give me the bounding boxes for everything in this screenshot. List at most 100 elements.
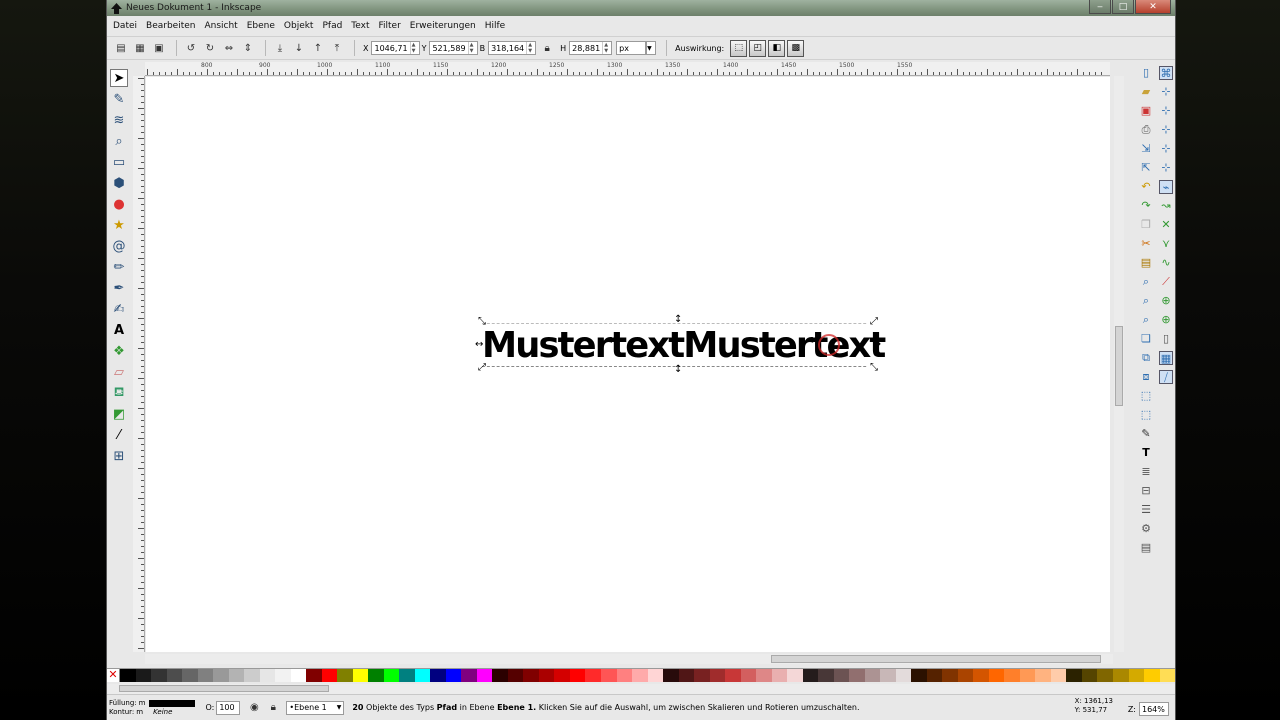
vertical-scrollbar[interactable] [1114,76,1124,652]
spin-arrows-icon[interactable]: ▲ ▼ [409,42,417,54]
scale-stroke-toggle[interactable]: ⬚ [730,39,748,57]
clone-button[interactable]: ⧉ [1139,351,1153,365]
lower-button[interactable]: ↓ [291,40,307,56]
color-swatch[interactable] [988,669,1005,682]
color-swatch[interactable] [166,669,183,682]
color-swatch[interactable] [926,669,943,682]
color-swatch[interactable] [554,669,570,682]
snap-bbox-toggle[interactable]: ⊹ [1159,85,1173,99]
snap-object-center-toggle[interactable]: ⊕ [1159,294,1173,308]
color-swatch[interactable] [461,669,477,682]
snap-rotation-center-toggle[interactable]: ⊕ [1159,313,1173,327]
menu-text[interactable]: Text [351,21,369,31]
color-swatch[interactable] [694,669,710,682]
fill-stroke-indicator[interactable]: Füllung: m Kontur: m Keine [109,699,196,717]
color-swatch[interactable] [135,669,152,682]
print-button[interactable]: ⎙ [1139,123,1153,137]
layer-select[interactable]: •Ebene 1 ▼ [286,700,345,715]
rotate-ccw-button[interactable]: ↺ [183,40,199,56]
xml-editor-button[interactable]: ⊟ [1139,484,1153,498]
color-swatch[interactable] [290,669,307,682]
resize-handle-n[interactable]: ↕ [674,315,682,325]
color-swatch[interactable] [368,669,384,682]
color-swatch[interactable] [802,669,819,682]
node-tool[interactable]: ✎ [110,90,128,108]
color-swatch[interactable] [632,669,648,682]
spin-arrows-icon[interactable]: ▲ ▼ [602,42,609,54]
3d-box-tool[interactable]: ⬢ [110,174,128,192]
zoom-tool[interactable]: ⌕ [110,132,128,150]
color-swatch[interactable] [864,669,881,682]
scale-corners-toggle[interactable]: ◰ [749,39,767,57]
raise-button[interactable]: ↑ [310,40,326,56]
color-swatch[interactable] [414,669,431,682]
text-tool[interactable]: A [110,321,128,339]
open-button[interactable]: ▰ [1139,85,1153,99]
import-button[interactable]: ⇲ [1139,142,1153,156]
menu-erweiterungen[interactable]: Erweiterungen [410,21,476,31]
menu-hilfe[interactable]: Hilfe [485,21,505,31]
snap-enable-toggle[interactable]: ⌘ [1159,66,1173,80]
color-swatch[interactable] [538,669,555,682]
color-swatch[interactable] [306,669,322,682]
color-swatch[interactable] [600,669,617,682]
resize-handle-nw[interactable]: ⤡ [478,317,486,327]
snap-intersection-toggle[interactable]: ✕ [1159,218,1173,232]
resize-handle-w[interactable]: ↔ [475,340,483,350]
new-document-button[interactable]: ▯ [1139,66,1153,80]
raise-to-top-button[interactable]: ⤒ [329,40,345,56]
selector-tool[interactable]: ➤ [110,69,128,87]
close-button[interactable]: ✕ [1135,0,1171,14]
ungroup-button[interactable]: ⬚ [1139,408,1153,422]
pen-tool[interactable]: ✒ [110,279,128,297]
spin-arrows-icon[interactable]: ▲ ▼ [526,42,533,54]
color-swatch[interactable] [1019,669,1036,682]
menu-filter[interactable]: Filter [379,21,401,31]
maximize-button[interactable]: □ [1112,0,1134,14]
color-swatch[interactable] [585,669,601,682]
resize-handle-sw[interactable]: ⤢ [478,363,486,373]
snap-path-toggle[interactable]: ↝ [1159,199,1173,213]
color-swatch[interactable] [182,669,198,682]
palette-scroll-thumb[interactable] [119,685,329,692]
palette-scrollbar[interactable] [107,684,1175,694]
color-swatch[interactable] [151,669,167,682]
color-swatch[interactable] [942,669,958,682]
snap-bbox-corner-toggle[interactable]: ⊹ [1159,123,1173,137]
color-swatch[interactable] [911,669,927,682]
menu-datei[interactable]: Datei [113,21,137,31]
deselect-button[interactable]: ▣ [151,40,167,56]
vertical-ruler[interactable] [133,76,145,652]
color-swatch[interactable] [399,669,415,682]
menu-bearbeiten[interactable]: Bearbeiten [146,21,195,31]
eraser-tool[interactable]: ▱ [110,363,128,381]
rotate-cw-button[interactable]: ↻ [202,40,218,56]
zoom-drawing-button[interactable]: ⌕ [1139,294,1153,308]
text-font-button[interactable]: T [1139,446,1153,460]
vertical-scroll-thumb[interactable] [1115,326,1123,406]
color-swatch[interactable] [197,669,214,682]
select-all-layers-button[interactable]: ▦ [132,40,148,56]
fill-swatch[interactable] [149,699,196,707]
color-swatch[interactable] [1144,669,1160,682]
color-swatch[interactable] [259,669,276,682]
color-swatch[interactable] [492,669,508,682]
fill-stroke-button[interactable]: ✎ [1139,427,1153,441]
y-input[interactable]: 521,589 ▲ ▼ [429,41,478,55]
snap-guide-toggle[interactable]: ⧸ [1159,370,1173,384]
menu-objekt[interactable]: Objekt [284,21,314,31]
color-swatch[interactable] [880,669,896,682]
color-swatch[interactable] [1159,669,1175,682]
snap-bbox-edge-toggle[interactable]: ⊹ [1159,104,1173,118]
color-swatch[interactable] [756,669,772,682]
color-swatch[interactable] [523,669,539,682]
group-button[interactable]: ⬚ [1139,389,1153,403]
color-swatch[interactable] [213,669,229,682]
color-swatch[interactable] [383,669,400,682]
spin-arrows-icon[interactable]: ▲ ▼ [467,42,475,54]
menu-ebene[interactable]: Ebene [247,21,275,31]
selection-group[interactable]: MustertextMustertext ⤡ ↕ ⤢ ↔ ↔ ⤢ ↕ ⤡ [475,315,886,375]
color-swatch[interactable] [725,669,741,682]
color-swatch[interactable] [1128,669,1145,682]
color-swatch[interactable] [957,669,974,682]
